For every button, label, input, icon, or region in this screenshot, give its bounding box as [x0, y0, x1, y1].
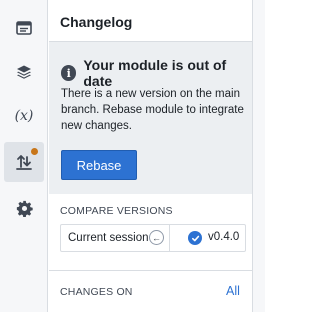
- rail-item-settings[interactable]: [4, 188, 44, 228]
- notification-badge-dot: [31, 148, 38, 155]
- arrow-left-icon: ←: [149, 230, 164, 245]
- panel-right-edge: [252, 0, 265, 312]
- out-of-date-callout: i Your module is out of date There is a …: [49, 42, 252, 194]
- changes-on-label: CHANGES ON: [60, 286, 133, 298]
- rebase-button[interactable]: Rebase: [61, 150, 137, 180]
- rail-item-variables[interactable]: (x): [4, 96, 44, 136]
- changes-icon: [15, 153, 33, 171]
- section-divider: [49, 270, 252, 271]
- gear-icon: [16, 200, 33, 217]
- layers-icon: [16, 64, 32, 80]
- left-rail: (x): [0, 0, 48, 312]
- rail-item-panel[interactable]: [4, 8, 44, 48]
- callout-title: Your module is out of date: [83, 57, 227, 89]
- info-icon: i: [61, 65, 77, 81]
- compare-versions-label: COMPARE VERSIONS: [60, 205, 173, 217]
- check-circle-icon: [188, 231, 202, 245]
- changes-filter-all[interactable]: All: [226, 284, 240, 298]
- callout-header: i Your module is out of date: [61, 57, 252, 89]
- current-session-label: Current session: [68, 232, 149, 244]
- rail-item-changelog[interactable]: [4, 142, 44, 182]
- rail-item-layers[interactable]: [4, 52, 44, 92]
- version-label[interactable]: v0.4.0: [208, 231, 239, 243]
- panel-title: Changelog: [60, 14, 133, 30]
- panel-icon: [16, 20, 32, 36]
- compare-versions-selector[interactable]: Current session ← v0.4.0: [60, 224, 246, 252]
- changelog-panel: Changelog i Your module is out of date T…: [49, 0, 252, 312]
- callout-message: There is a new version on the main branc…: [61, 88, 244, 132]
- variable-icon: (x): [14, 108, 34, 124]
- compare-divider: [169, 225, 170, 251]
